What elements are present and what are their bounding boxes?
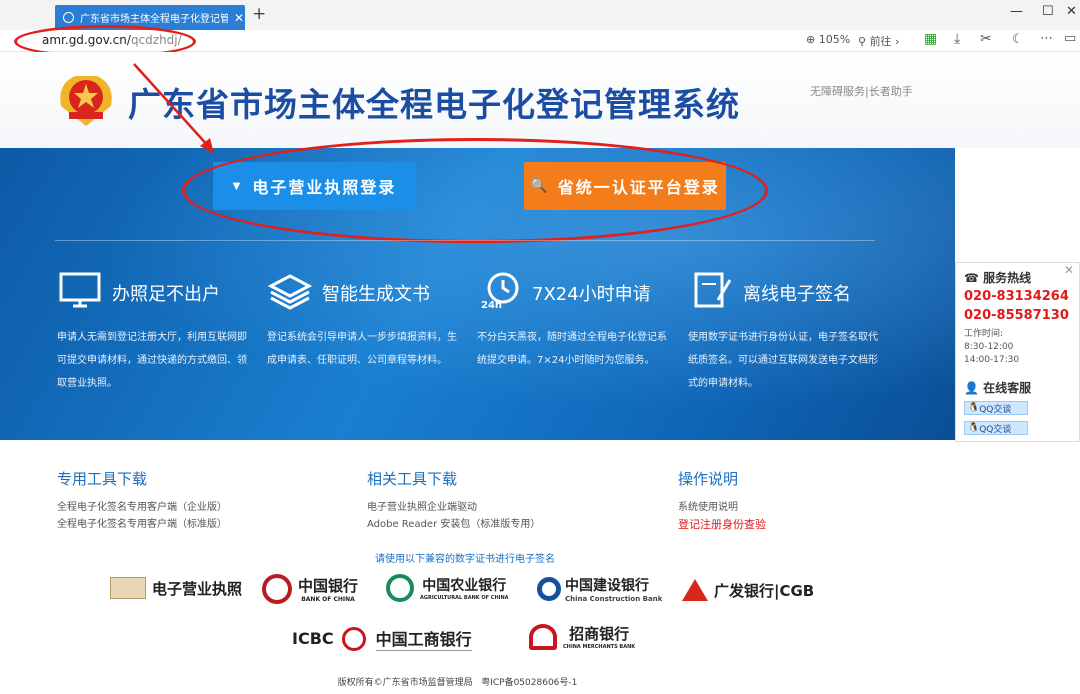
identity-check-link[interactable]: 登记注册身份查验 [678, 516, 766, 533]
related-download-section: 相关工具下载 电子营业执照企业端驱动 Adobe Reader 安装包（标准版专… [367, 468, 540, 533]
minimize-icon[interactable]: — [1010, 4, 1023, 19]
hotline-label: ☎ 服务热线 [964, 271, 1032, 285]
layers-icon [267, 274, 313, 310]
customer-service-panel: ✕ ☎ 服务热线 020-83134264 020-85587130 工作时间:… [955, 262, 1080, 442]
emblem-icon [60, 76, 112, 126]
night-mode-icon[interactable]: ☾ [1012, 32, 1024, 47]
boc-logo: 中国银行 BANK OF CHINA [262, 574, 358, 604]
cgb-logo: 广发银行|CGB [682, 579, 814, 601]
forward-button[interactable]: ⚲ 前往 › [858, 33, 899, 49]
download-link[interactable]: 全程电子化签名专用客户端（标准版） [57, 516, 227, 533]
maximize-icon[interactable]: ☐ [1042, 4, 1054, 19]
monitor-icon [59, 272, 101, 308]
cgb-icon [682, 579, 708, 601]
close-icon[interactable]: ✕ [1064, 263, 1074, 277]
tools-download-section: 专用工具下载 全程电子化签名专用客户端（企业版） 全程电子化签名专用客户端（标准… [57, 468, 227, 533]
online-service-label: 👤 在线客服 [964, 381, 1032, 395]
download-link[interactable]: 电子营业执照企业端驱动 [367, 499, 540, 516]
window-close-icon[interactable]: ✕ [1066, 4, 1077, 19]
tab-title: 广东省市场主体全程电子化登记管理 [80, 14, 228, 25]
hotline-phone: 020-85587130 [964, 308, 1069, 323]
clock-24h-icon: 24h [481, 272, 519, 310]
icbc-icon [341, 626, 366, 651]
download-link[interactable]: Adobe Reader 安装包（标准版专用） [367, 516, 540, 533]
ccb-logo: 中国建设银行 China Construction Bank [537, 575, 662, 603]
certificate-notice: 请使用以下兼容的数字证书进行电子签名 [375, 554, 555, 565]
boc-icon [262, 574, 292, 604]
hotline-phone: 020-83134264 [964, 289, 1069, 304]
zoom-icon[interactable]: ⊕ 105% [806, 33, 850, 46]
qrcode-icon[interactable]: ▦ [924, 31, 937, 47]
guide-link[interactable]: 系统使用说明 [678, 499, 766, 516]
download-icon[interactable]: ⤓ [954, 31, 960, 47]
annotation-arrow [133, 63, 214, 154]
globe-icon [63, 12, 74, 23]
qq-icon: 🐧 [968, 423, 980, 433]
icbc-logo: ICBC 中国工商银行 [292, 626, 472, 651]
qq-chat-button[interactable]: 🐧 QQ交谈 [964, 421, 1028, 435]
cmb-icon [529, 623, 557, 650]
svg-text:24h: 24h [481, 300, 502, 310]
download-link[interactable]: 全程电子化签名专用客户端（企业版） [57, 499, 227, 516]
accessibility-links[interactable]: 无障碍服务|长者助手 [810, 83, 913, 99]
abc-logo: 中国农业银行 AGRICULTURAL BANK OF CHINA [386, 574, 509, 602]
guide-section: 操作说明 系统使用说明 登记注册身份查验 [678, 470, 766, 533]
phone-icon: ☎ [964, 271, 979, 285]
cmb-logo: 招商银行 CHINA MERCHANTS BANK [529, 623, 635, 650]
qq-chat-button[interactable]: 🐧 QQ交谈 [964, 401, 1028, 415]
scissors-icon[interactable]: ✂ [980, 31, 992, 47]
person-icon: 👤 [964, 381, 979, 395]
abc-icon [386, 574, 414, 602]
ccb-icon [537, 577, 561, 601]
new-tab-button[interactable]: + [252, 4, 266, 24]
license-card-icon [110, 577, 146, 599]
footer-copyright: 版权所有©广东省市场监督管理局 粤ICP备05028606号-1 [337, 678, 578, 688]
annotation-oval-login [182, 138, 768, 243]
browser-tab-bar: 广东省市场主体全程电子化登记管理 ✕ + — ☐ ✕ [0, 0, 1080, 30]
qq-icon: 🐧 [968, 403, 980, 413]
divider [55, 240, 875, 241]
close-tab-icon[interactable]: ✕ [234, 11, 244, 25]
signature-icon [694, 272, 732, 308]
e-license-logo: 电子营业执照 [110, 577, 242, 599]
working-hours: 工作时间: 8:30-12:00 14:00-17:30 [964, 329, 1020, 365]
sidebar-toggle-icon[interactable]: ▭ [1064, 31, 1076, 46]
more-icon[interactable]: ⋯ [1040, 31, 1053, 46]
